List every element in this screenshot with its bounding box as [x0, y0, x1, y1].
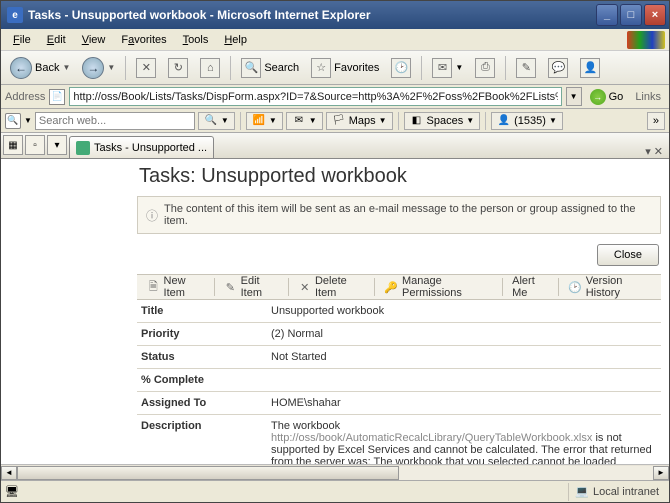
tab-favicon: [76, 141, 90, 155]
scroll-left-button[interactable]: ◄: [1, 466, 17, 480]
field-value-complete: [271, 374, 657, 386]
version-history-button[interactable]: 🕑Version History: [562, 276, 657, 298]
feeds-button[interactable]: 📶▼: [246, 112, 283, 130]
address-input[interactable]: [69, 87, 561, 106]
address-label: Address: [5, 91, 45, 103]
back-button[interactable]: ←Back▼: [5, 55, 75, 81]
close-button[interactable]: ×: [644, 4, 666, 26]
spaces-button[interactable]: ◧Spaces▼: [404, 112, 481, 130]
info-icon: ⓘ: [146, 207, 158, 224]
new-item-button[interactable]: 🗎New Item: [141, 276, 211, 298]
statusbar: 🖥 💻Local intranet: [1, 480, 669, 502]
mail-button[interactable]: ✉▼: [427, 55, 468, 81]
go-button[interactable]: →Go: [586, 89, 628, 105]
field-label-status: Status: [141, 351, 271, 363]
new-tab-button[interactable]: ▫: [25, 135, 45, 155]
mail-toolbar-button[interactable]: ✉▼: [286, 112, 323, 130]
navigation-toolbar: ←Back▼ →▼ ✕ ↻ ⌂ 🔍Search ☆Favorites 🕑 ✉▼ …: [1, 51, 669, 85]
field-label-description: Description: [141, 420, 271, 464]
favorites-button[interactable]: ☆Favorites: [306, 55, 384, 81]
field-label-title: Title: [141, 305, 271, 317]
discuss-button[interactable]: 💬: [543, 55, 573, 81]
address-bar: Address 📄 ▼ →Go Links: [1, 85, 669, 109]
windows-logo-icon: [627, 31, 665, 49]
status-icon: 🖥: [5, 485, 19, 498]
tab-list-button[interactable]: ▾: [47, 135, 67, 155]
field-label-assigned: Assigned To: [141, 397, 271, 409]
menubar: File Edit View Favorites Tools Help: [1, 29, 669, 51]
maps-button[interactable]: 🏳Maps▼: [326, 112, 393, 130]
search-button[interactable]: 🔍Search: [236, 55, 304, 81]
menu-view[interactable]: View: [74, 31, 114, 49]
stop-button[interactable]: ✕: [131, 55, 161, 81]
info-message: ⓘ The content of this item will be sent …: [137, 196, 661, 234]
window-title: Tasks - Unsupported workbook - Microsoft…: [28, 8, 596, 22]
manage-permissions-button[interactable]: 🔑Manage Permissions: [378, 276, 499, 298]
forward-button[interactable]: →▼: [77, 55, 120, 81]
tab-active[interactable]: Tasks - Unsupported ...: [69, 136, 214, 158]
alert-me-button[interactable]: Alert Me: [506, 276, 555, 298]
field-label-complete: % Complete: [141, 374, 271, 386]
horizontal-scrollbar[interactable]: ◄ ►: [1, 464, 669, 480]
search-provider-icon[interactable]: 🔍: [5, 113, 21, 129]
quick-tabs-button[interactable]: ▦: [3, 135, 23, 155]
status-zone: 💻Local intranet: [568, 483, 665, 501]
menu-file[interactable]: File: [5, 31, 39, 49]
maximize-button[interactable]: □: [620, 4, 642, 26]
scroll-right-button[interactable]: ►: [653, 466, 669, 480]
field-label-priority: Priority: [141, 328, 271, 340]
tab-title: Tasks - Unsupported ...: [94, 142, 207, 154]
content-area: Tasks: Unsupported workbook ⓘ The conten…: [1, 159, 669, 464]
refresh-button[interactable]: ↻: [163, 55, 193, 81]
edit-button[interactable]: ✎: [511, 55, 541, 81]
page-title: Tasks: Unsupported workbook: [129, 159, 669, 196]
search-go-button[interactable]: 🔍▼: [198, 112, 235, 130]
history-button[interactable]: 🕑: [386, 55, 416, 81]
page-icon: 📄: [49, 89, 65, 105]
menu-tools[interactable]: Tools: [175, 31, 217, 49]
print-button[interactable]: ⎙: [470, 55, 500, 81]
close-page-button[interactable]: Close: [597, 244, 659, 266]
menu-edit[interactable]: Edit: [39, 31, 74, 49]
field-value-assigned: HOME\shahar: [271, 397, 657, 409]
tab-close-all[interactable]: ▾ ✕: [641, 145, 667, 158]
field-value-title: Unsupported workbook: [271, 305, 657, 317]
search-input[interactable]: [35, 112, 195, 130]
home-button[interactable]: ⌂: [195, 55, 225, 81]
edit-item-button[interactable]: ✎Edit Item: [218, 276, 285, 298]
messenger-button[interactable]: 👤: [575, 55, 605, 81]
field-table: TitleUnsupported workbook Priority(2) No…: [137, 300, 661, 464]
field-value-status: Not Started: [271, 351, 657, 363]
scroll-thumb[interactable]: [17, 466, 399, 480]
minimize-button[interactable]: _: [596, 4, 618, 26]
links-label[interactable]: Links: [631, 91, 665, 103]
field-value-priority: (2) Normal: [271, 328, 657, 340]
address-dropdown[interactable]: ▼: [566, 87, 582, 106]
titlebar: e Tasks - Unsupported workbook - Microso…: [1, 1, 669, 29]
item-toolbar: 🗎New Item ✎Edit Item ✕Delete Item 🔑Manag…: [137, 274, 661, 300]
tab-strip: ▦ ▫ ▾ Tasks - Unsupported ... ▾ ✕: [1, 133, 669, 159]
messenger-toolbar-button[interactable]: 👤(1535)▼: [491, 112, 563, 130]
delete-item-button[interactable]: ✕Delete Item: [292, 276, 371, 298]
menu-help[interactable]: Help: [216, 31, 255, 49]
menu-favorites[interactable]: Favorites: [113, 31, 174, 49]
field-value-description: The workbook http://oss/book/AutomaticRe…: [271, 420, 657, 464]
toolbar-chevron[interactable]: »: [647, 112, 665, 130]
app-icon: e: [7, 7, 23, 23]
search-toolbar: 🔍 ▼ 🔍▼ 📶▼ ✉▼ 🏳Maps▼ ◧Spaces▼ 👤(1535)▼ »: [1, 109, 669, 133]
